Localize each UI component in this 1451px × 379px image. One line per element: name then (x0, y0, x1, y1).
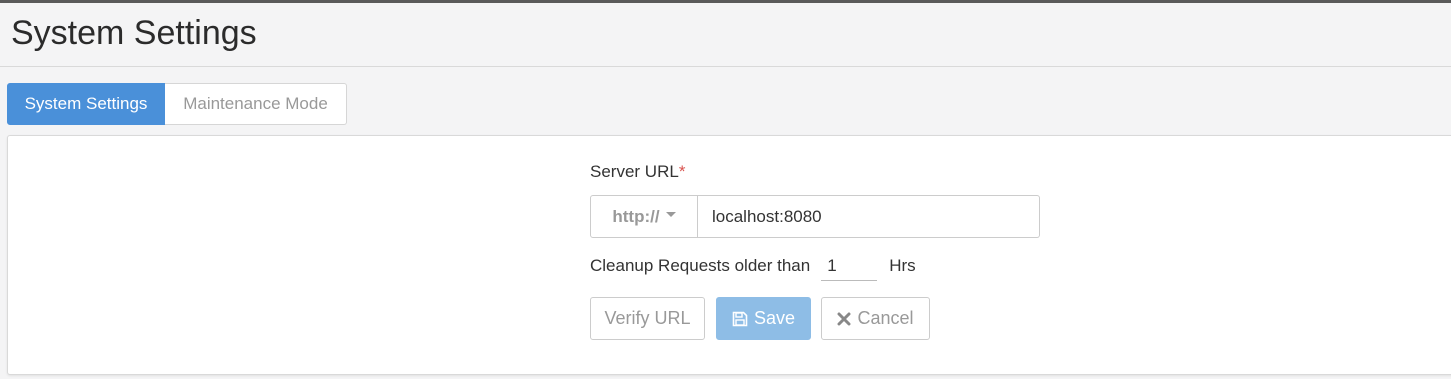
server-url-input[interactable] (698, 195, 1040, 238)
protocol-dropdown[interactable]: http:// (590, 195, 698, 238)
save-label: Save (753, 308, 796, 328)
action-buttons: Verify URL Save Cancel (590, 297, 930, 340)
tab-bar: System Settings Maintenance Mode (7, 83, 347, 125)
protocol-label: http:// (612, 206, 660, 226)
verify-url-button[interactable]: Verify URL (590, 297, 705, 340)
save-button[interactable]: Save (716, 297, 811, 340)
cleanup-row: Cleanup Requests older than Hrs (590, 251, 916, 281)
required-marker: * (678, 162, 686, 181)
server-url-label: Server URL* (590, 162, 685, 182)
x-icon (837, 312, 851, 326)
server-url-group: http:// (590, 195, 1040, 238)
cleanup-label: Cleanup Requests older than (590, 256, 811, 275)
floppy-disk-icon (732, 311, 748, 327)
settings-panel: Server URL* http:// Cleanup Requests old… (7, 135, 1451, 375)
cleanup-unit: Hrs (889, 256, 916, 275)
cleanup-hours-input[interactable] (821, 251, 878, 281)
caret-down-icon (665, 212, 676, 217)
page-title: System Settings (11, 14, 257, 52)
tab-system-settings[interactable]: System Settings (7, 83, 165, 125)
tab-maintenance-mode[interactable]: Maintenance Mode (165, 83, 347, 125)
cancel-button[interactable]: Cancel (821, 297, 930, 340)
cancel-label: Cancel (857, 308, 914, 328)
server-url-label-text: Server URL (590, 162, 679, 181)
page-header: System Settings (0, 3, 1451, 67)
